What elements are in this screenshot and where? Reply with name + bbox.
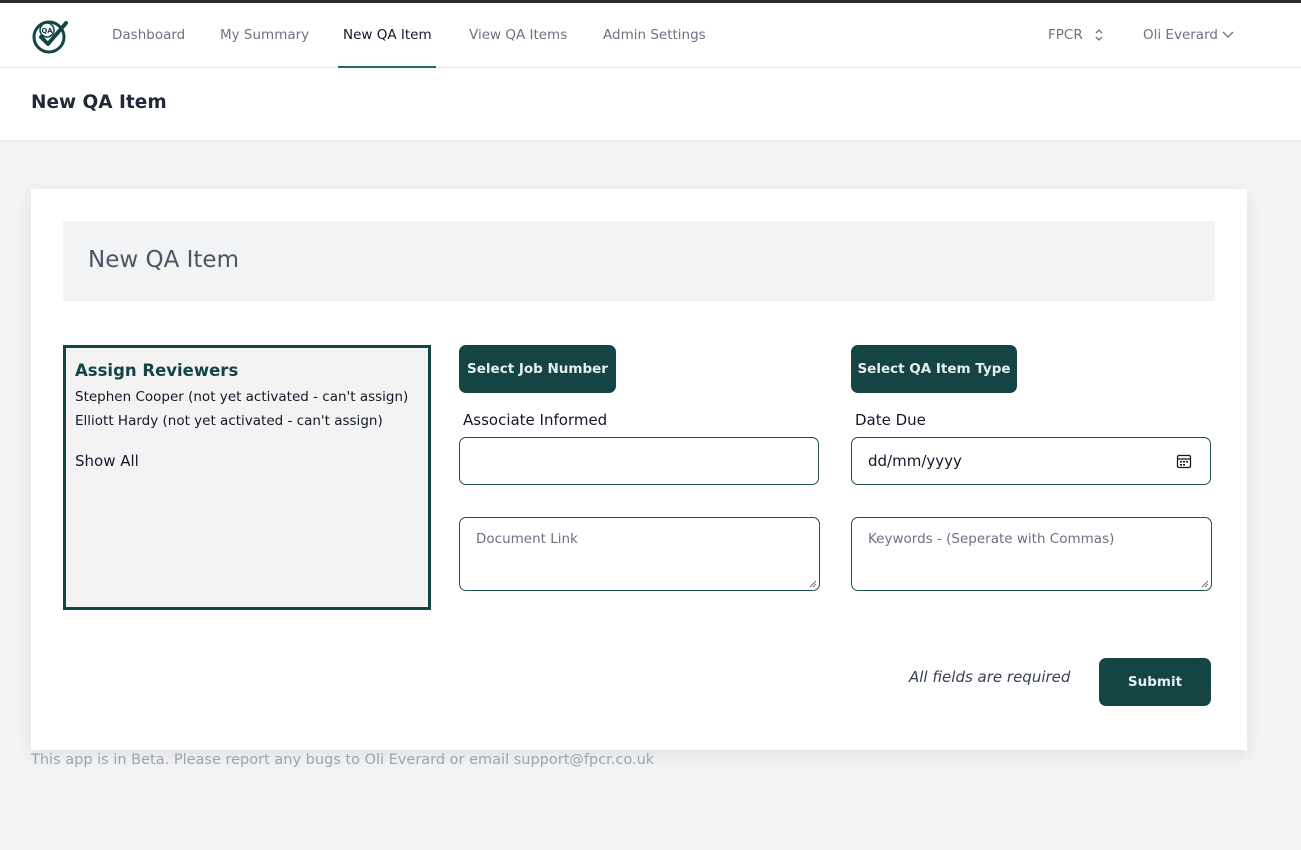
- top-navbar: QA Dashboard My Summary New QA Item View…: [0, 3, 1301, 68]
- date-due-label: Date Due: [855, 411, 926, 429]
- page-title: New QA Item: [31, 92, 167, 113]
- nav-admin-settings[interactable]: Admin Settings: [603, 3, 706, 68]
- nav-new-qa-item[interactable]: New QA Item: [338, 3, 436, 68]
- select-qa-item-type-button[interactable]: Select QA Item Type: [851, 345, 1017, 393]
- keywords-placeholder: Keywords - (Seperate with Commas): [868, 531, 1115, 547]
- date-due-value: dd/mm/yyyy: [868, 452, 962, 470]
- required-fields-note: All fields are required: [909, 668, 1071, 686]
- select-job-number-button[interactable]: Select Job Number: [459, 345, 616, 393]
- calendar-icon[interactable]: [1176, 453, 1192, 469]
- org-switcher-label: FPCR: [1048, 27, 1083, 43]
- submit-button[interactable]: Submit: [1099, 658, 1211, 706]
- assign-reviewers-panel: Assign Reviewers Stephen Cooper (not yet…: [63, 345, 431, 610]
- document-link-textarea[interactable]: Document Link: [459, 517, 820, 591]
- card-title: New QA Item: [88, 247, 239, 273]
- beta-footer-note: This app is in Beta. Please report any b…: [31, 752, 655, 768]
- nav-view-qa-items[interactable]: View QA Items: [469, 3, 567, 68]
- new-qa-item-card: New QA Item Assign Reviewers Stephen Coo…: [31, 189, 1247, 750]
- associate-informed-input[interactable]: [459, 437, 819, 485]
- page-header: New QA Item: [0, 68, 1301, 141]
- nav-my-summary[interactable]: My Summary: [220, 3, 309, 68]
- assign-reviewers-heading: Assign Reviewers: [75, 361, 239, 380]
- date-due-input[interactable]: dd/mm/yyyy: [851, 437, 1211, 485]
- org-switcher[interactable]: FPCR: [1048, 3, 1103, 68]
- svg-text:QA: QA: [41, 27, 53, 35]
- user-menu[interactable]: Oli Everard: [1143, 3, 1234, 68]
- chevron-down-icon: [1222, 31, 1234, 38]
- qa-logo-icon[interactable]: QA: [31, 17, 69, 55]
- reviewer-item[interactable]: Stephen Cooper (not yet activated - can'…: [75, 389, 408, 405]
- keywords-textarea[interactable]: Keywords - (Seperate with Commas): [851, 517, 1212, 591]
- reviewer-item[interactable]: Elliott Hardy (not yet activated - can't…: [75, 413, 383, 429]
- document-link-placeholder: Document Link: [476, 531, 578, 547]
- chevron-up-down-icon: [1095, 29, 1103, 41]
- card-title-bar: New QA Item: [63, 221, 1215, 301]
- resize-grip-icon[interactable]: [1201, 580, 1209, 588]
- resize-grip-icon[interactable]: [809, 580, 817, 588]
- nav-dashboard[interactable]: Dashboard: [112, 3, 185, 68]
- associate-informed-label: Associate Informed: [463, 411, 608, 429]
- show-all-link[interactable]: Show All: [75, 452, 139, 470]
- user-name: Oli Everard: [1143, 27, 1218, 43]
